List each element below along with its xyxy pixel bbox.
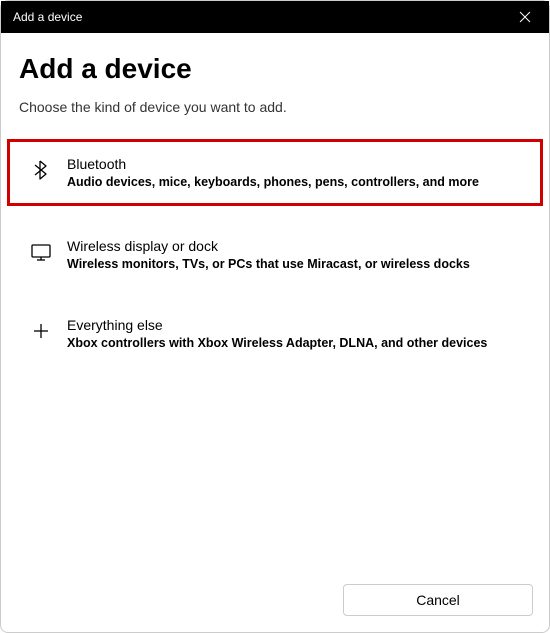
option-bluetooth[interactable]: Bluetooth Audio devices, mice, keyboards… <box>7 139 543 206</box>
option-description: Xbox controllers with Xbox Wireless Adap… <box>67 336 487 350</box>
plus-icon <box>29 319 53 343</box>
monitor-icon <box>29 240 53 264</box>
option-wireless-display[interactable]: Wireless display or dock Wireless monito… <box>19 224 531 285</box>
page-heading: Add a device <box>19 53 531 85</box>
option-description: Audio devices, mice, keyboards, phones, … <box>67 175 479 189</box>
close-icon <box>519 11 531 23</box>
option-description: Wireless monitors, TVs, or PCs that use … <box>67 257 470 271</box>
option-text: Bluetooth Audio devices, mice, keyboards… <box>67 156 479 189</box>
option-text: Everything else Xbox controllers with Xb… <box>67 317 487 350</box>
option-everything-else[interactable]: Everything else Xbox controllers with Xb… <box>19 303 531 364</box>
page-subheading: Choose the kind of device you want to ad… <box>19 99 531 115</box>
option-title: Wireless display or dock <box>67 238 470 254</box>
option-title: Bluetooth <box>67 156 479 172</box>
titlebar: Add a device <box>1 1 549 33</box>
bluetooth-icon <box>29 158 53 182</box>
cancel-button[interactable]: Cancel <box>343 584 533 616</box>
window-title: Add a device <box>13 10 82 24</box>
option-text: Wireless display or dock Wireless monito… <box>67 238 470 271</box>
footer: Cancel <box>1 568 549 632</box>
option-title: Everything else <box>67 317 487 333</box>
content-area: Add a device Choose the kind of device y… <box>1 33 549 568</box>
close-button[interactable] <box>513 5 537 29</box>
